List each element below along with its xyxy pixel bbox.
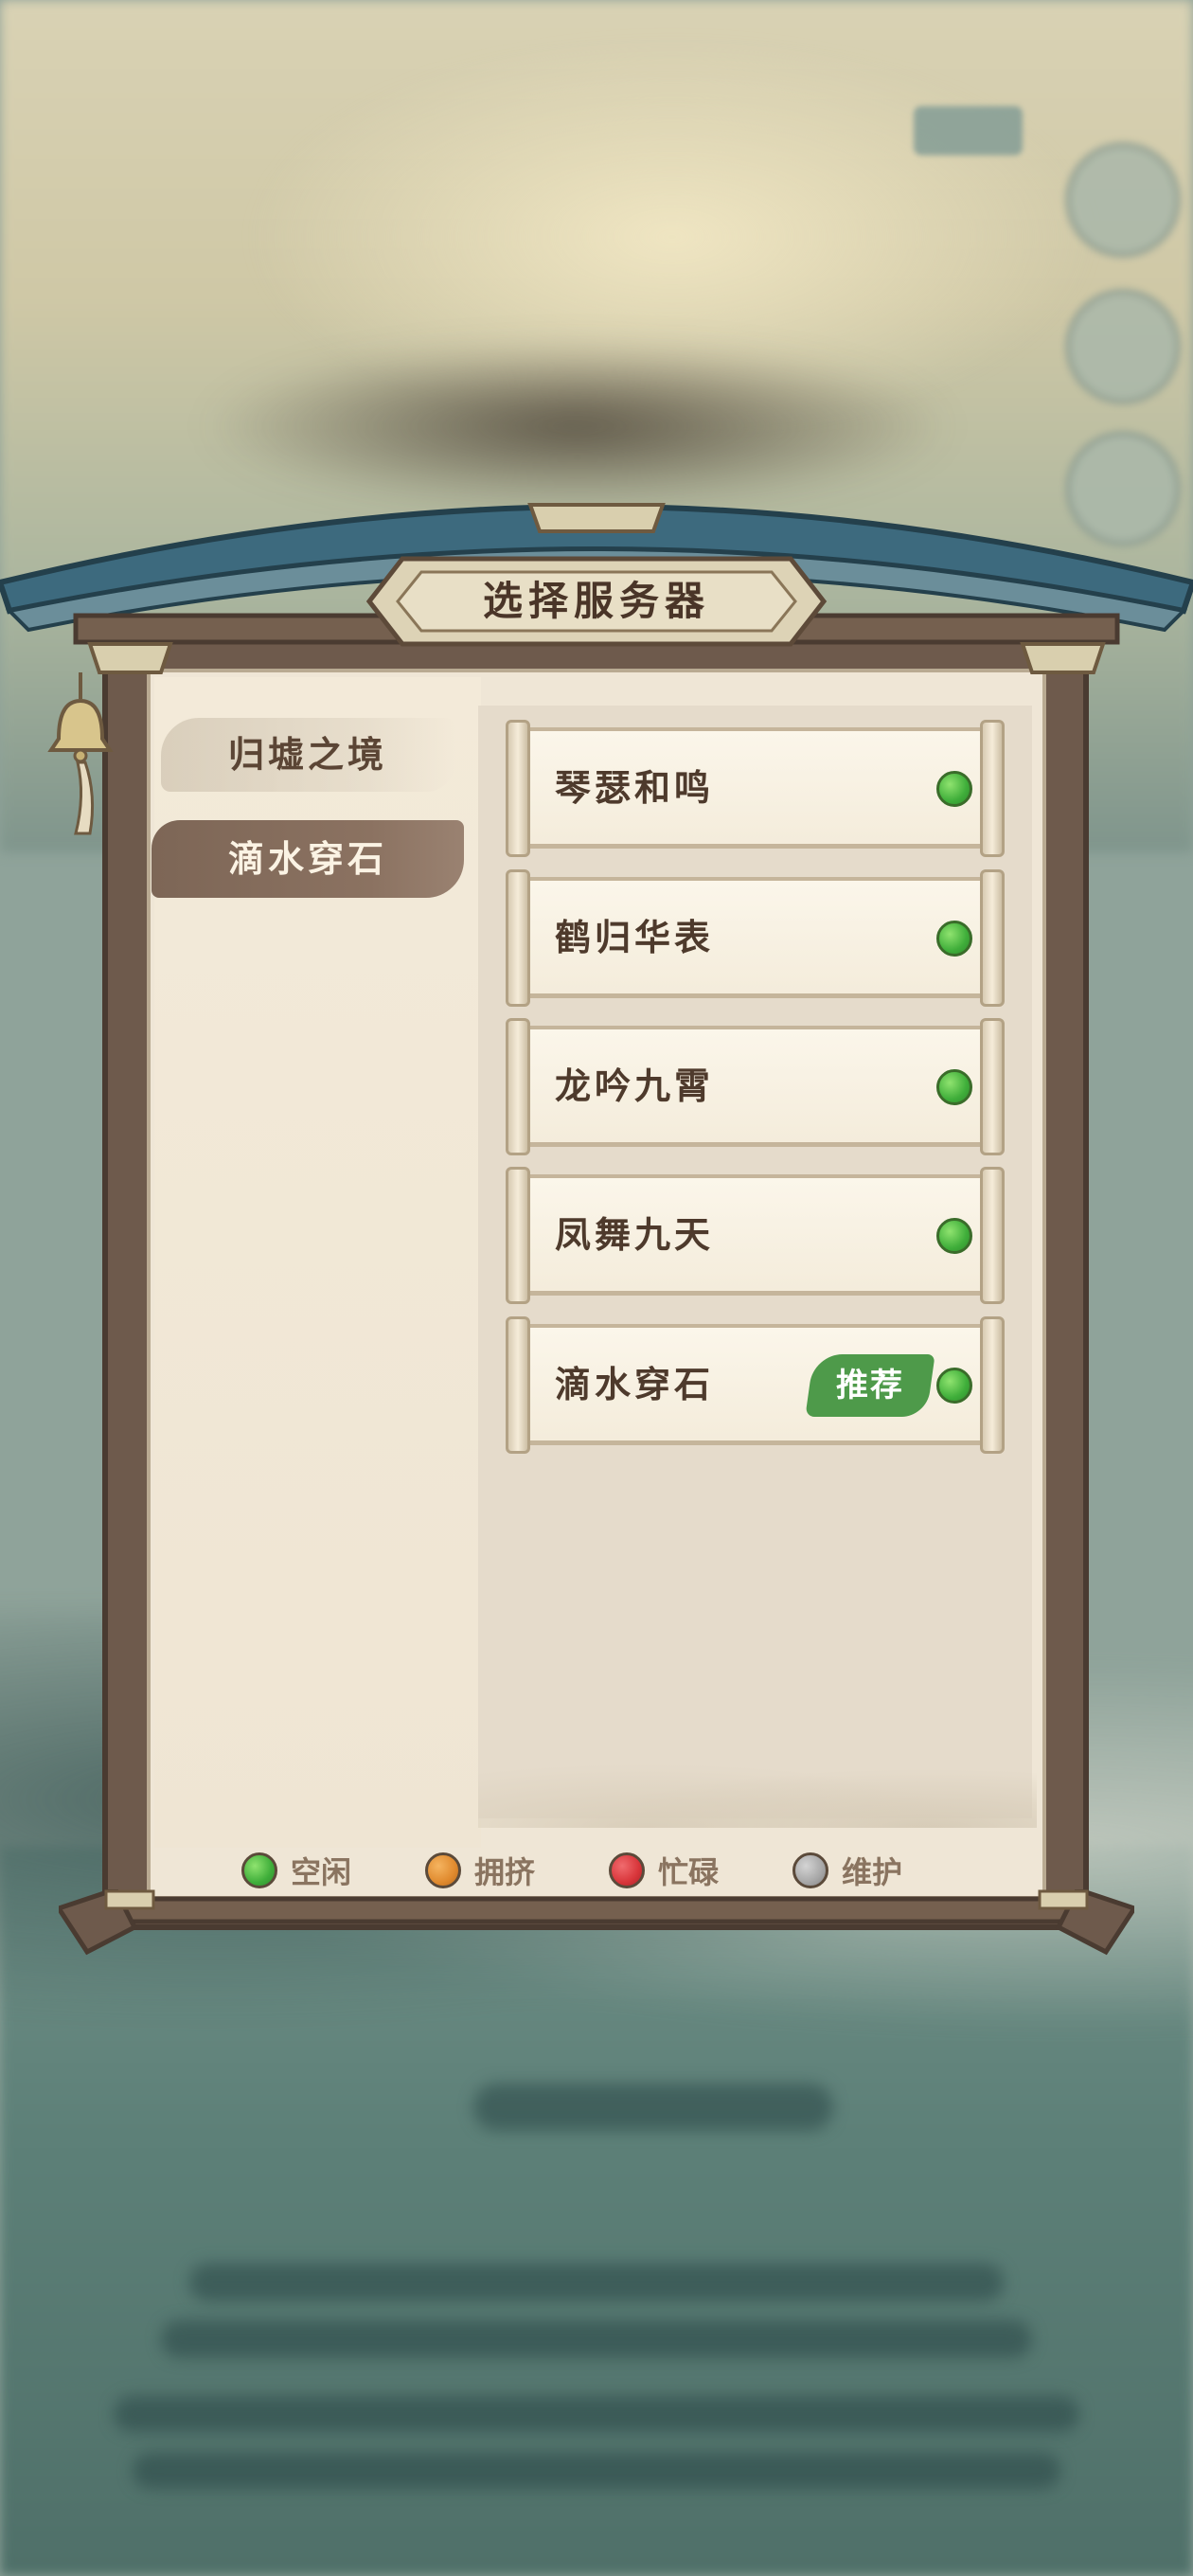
- region-tab-dishui-selected[interactable]: 滴水穿石: [151, 816, 464, 902]
- server-row[interactable]: 滴水穿石 推荐: [502, 1316, 1008, 1454]
- status-idle-icon: [241, 1852, 277, 1888]
- background-logo: [199, 341, 956, 511]
- legend-crowded: 拥挤: [425, 1847, 535, 1894]
- server-row[interactable]: 凤舞九天: [502, 1167, 1008, 1304]
- background-text-line: [161, 2320, 1032, 2358]
- background-text-line: [133, 2453, 1060, 2489]
- region-tab-label: 滴水穿石: [227, 838, 387, 880]
- server-row[interactable]: 琴瑟和鸣: [502, 720, 1008, 857]
- background-round-button: [1065, 289, 1181, 404]
- server-row[interactable]: 龙吟九霄: [502, 1018, 1008, 1155]
- region-tab-label: 归墟之境: [227, 734, 387, 776]
- legend-busy: 忙碌: [609, 1847, 719, 1894]
- status-idle-icon: [936, 771, 972, 807]
- background-round-button: [1065, 142, 1181, 258]
- title-plaque: 选择服务器: [365, 549, 828, 653]
- recommended-badge: 推荐: [805, 1354, 935, 1417]
- legend-idle: 空闲: [241, 1847, 351, 1894]
- region-tab-guixu[interactable]: 归墟之境: [161, 712, 454, 797]
- ink-mountains-decoration: [478, 1752, 1037, 1828]
- legend-maintenance: 维护: [792, 1847, 902, 1894]
- server-name: 凤舞九天: [555, 1214, 715, 1256]
- status-legend: 空闲 拥挤 忙碌 维护: [241, 1847, 902, 1894]
- status-maintenance-icon: [792, 1852, 829, 1888]
- status-idle-icon: [936, 1218, 972, 1254]
- server-name: 鹤归华表: [555, 917, 715, 958]
- background-text-line: [114, 2396, 1079, 2432]
- server-name: 龙吟九霄: [555, 1065, 715, 1107]
- status-idle-icon: [936, 1368, 972, 1404]
- dialog-base-beam: [55, 1886, 1138, 1956]
- bell-icon: [38, 672, 123, 843]
- dialog-title: 选择服务器: [482, 578, 710, 624]
- recommended-badge-label: 推荐: [836, 1367, 904, 1404]
- server-row[interactable]: 鹤归华表: [502, 869, 1008, 1007]
- server-name: 琴瑟和鸣: [555, 767, 715, 809]
- status-idle-icon: [936, 1069, 972, 1105]
- server-name: 滴水穿石: [555, 1364, 715, 1405]
- background-text-line: [189, 2263, 1004, 2301]
- status-busy-icon: [609, 1852, 646, 1888]
- background-tag: [914, 106, 1023, 155]
- status-idle-icon: [936, 921, 972, 957]
- status-crowded-icon: [425, 1852, 462, 1888]
- background-text-line: [473, 2084, 833, 2131]
